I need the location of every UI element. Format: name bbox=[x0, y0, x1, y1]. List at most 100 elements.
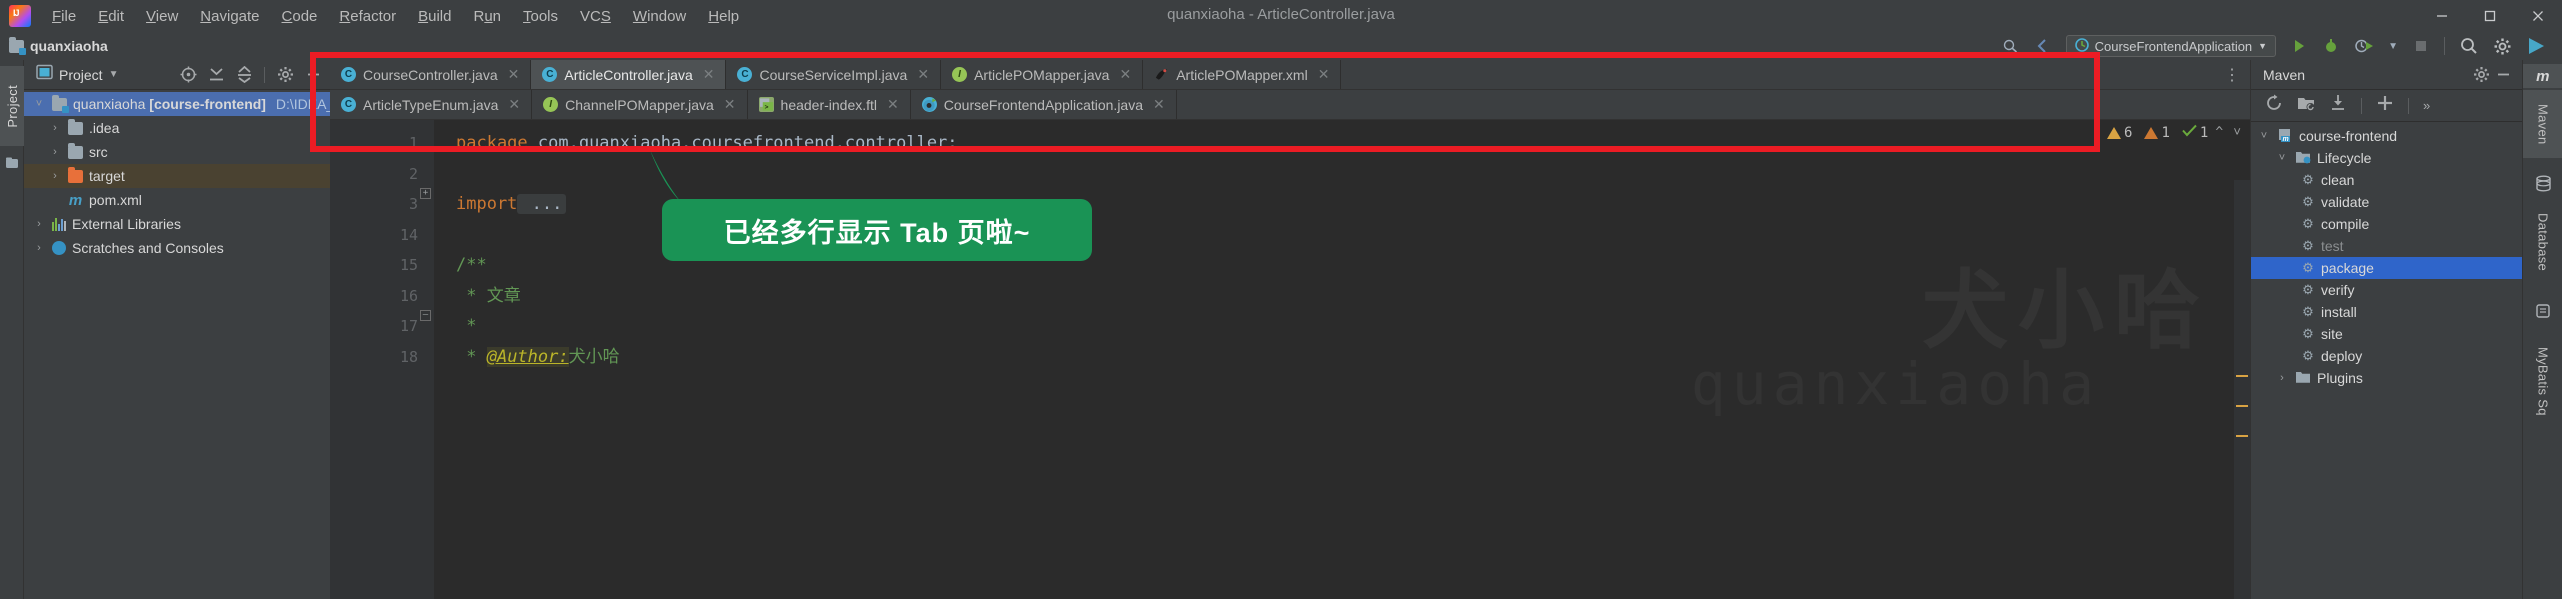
chevron-right-icon[interactable]: › bbox=[48, 170, 62, 182]
menu-code[interactable]: Code bbox=[271, 5, 329, 28]
error-count[interactable]: 1 bbox=[2144, 125, 2170, 141]
run-with-coverage-icon[interactable] bbox=[2354, 37, 2374, 55]
menu-run[interactable]: Run bbox=[462, 5, 512, 28]
close-icon[interactable]: ✕ bbox=[887, 96, 899, 113]
tool-window-tab-m[interactable]: m bbox=[2523, 64, 2562, 88]
maven-goal-validate[interactable]: ⚙ validate bbox=[2251, 191, 2522, 213]
close-icon[interactable]: ✕ bbox=[508, 96, 520, 113]
close-icon[interactable]: ✕ bbox=[1119, 66, 1131, 83]
menu-navigate[interactable]: Navigate bbox=[189, 5, 270, 28]
editor-tab-coursefrontendapplication[interactable]: CourseFrontendApplication.java ✕ bbox=[911, 90, 1177, 119]
tree-node-external-libraries[interactable]: › External Libraries bbox=[24, 212, 330, 236]
fold-comment-icon[interactable]: – bbox=[420, 310, 431, 321]
stripe-mark[interactable] bbox=[2236, 375, 2248, 377]
maven-goal-compile[interactable]: ⚙ compile bbox=[2251, 213, 2522, 235]
maven-node-lifecycle[interactable]: ˅ Lifecycle bbox=[2251, 147, 2522, 169]
tree-node-quanxiaoha[interactable]: ˅ quanxiaoha [course-frontend] D:\IDEA_P… bbox=[24, 92, 461, 116]
tree-node-src[interactable]: › src bbox=[24, 140, 330, 164]
tool-window-tab-project[interactable]: Project bbox=[0, 66, 24, 146]
tool-window-tab-mybatis[interactable]: MyBatis Sq bbox=[2523, 326, 2562, 436]
add-maven-project-icon[interactable] bbox=[2297, 94, 2315, 117]
maven-goal-verify[interactable]: ⚙ verify bbox=[2251, 279, 2522, 301]
run-icon[interactable] bbox=[2290, 37, 2308, 55]
chevron-right-icon[interactable]: › bbox=[48, 146, 62, 158]
menu-file[interactable]: File bbox=[41, 5, 87, 28]
chevron-down-icon[interactable]: ˅ bbox=[32, 98, 46, 110]
previous-problem-icon[interactable]: ^ bbox=[2212, 125, 2226, 140]
close-icon[interactable]: ✕ bbox=[724, 96, 736, 113]
editor-tab-articlecontroller[interactable]: C ArticleController.java ✕ bbox=[531, 60, 727, 89]
gear-icon[interactable] bbox=[2493, 37, 2512, 56]
expand-toolbar-icon[interactable]: » bbox=[2423, 98, 2430, 113]
error-stripe-scrollbar[interactable] bbox=[2234, 180, 2250, 599]
maven-goal-clean[interactable]: ⚙ clean bbox=[2251, 169, 2522, 191]
menu-window[interactable]: Window bbox=[622, 5, 697, 28]
menu-view[interactable]: View bbox=[135, 5, 189, 28]
breadcrumb[interactable]: quanxiaoha bbox=[9, 36, 108, 55]
chevron-right-icon[interactable]: › bbox=[48, 122, 62, 134]
download-sources-icon[interactable] bbox=[2329, 94, 2347, 117]
editor-tab-articletypeenum[interactable]: C ArticleTypeEnum.java ✕ bbox=[330, 90, 533, 119]
gear-icon[interactable] bbox=[274, 64, 296, 86]
ide-decorations-icon[interactable] bbox=[2526, 36, 2548, 56]
reload-projects-icon[interactable] bbox=[2265, 94, 2283, 117]
chevron-down-icon[interactable]: ▼ bbox=[109, 69, 119, 80]
chevron-down-icon[interactable]: ˅ bbox=[2257, 130, 2271, 142]
fold-import-icon[interactable]: + bbox=[420, 188, 431, 199]
menu-refactor[interactable]: Refactor bbox=[328, 5, 407, 28]
tool-window-tab-database[interactable]: Database bbox=[2523, 200, 2562, 284]
menu-help[interactable]: Help bbox=[697, 5, 750, 28]
close-icon[interactable]: ✕ bbox=[1153, 96, 1165, 113]
chevron-down-icon[interactable]: ▼ bbox=[2388, 41, 2398, 52]
close-icon[interactable]: ✕ bbox=[917, 66, 929, 83]
maven-goal-deploy[interactable]: ⚙ deploy bbox=[2251, 345, 2522, 367]
structure-icon[interactable] bbox=[5, 156, 19, 175]
editor-tab-coursecontroller[interactable]: C CourseController.java ✕ bbox=[330, 60, 532, 89]
menu-vcs[interactable]: VCS bbox=[569, 5, 622, 28]
chevron-right-icon[interactable]: › bbox=[2275, 372, 2289, 384]
hide-panel-icon[interactable] bbox=[2492, 64, 2514, 86]
stripe-mark[interactable] bbox=[2236, 405, 2248, 407]
search-everywhere-icon[interactable] bbox=[2002, 37, 2020, 55]
chevron-down-icon[interactable]: ▼ bbox=[2258, 41, 2267, 51]
chevron-right-icon[interactable]: › bbox=[32, 242, 46, 254]
chevron-down-icon[interactable]: ˅ bbox=[2275, 152, 2289, 164]
expand-all-icon[interactable] bbox=[205, 64, 227, 86]
maven-goal-package[interactable]: ⚙ package bbox=[2251, 257, 2522, 279]
warning-count[interactable]: 6 bbox=[2107, 125, 2132, 141]
close-icon[interactable]: ✕ bbox=[1318, 66, 1330, 83]
debug-icon[interactable] bbox=[2322, 37, 2340, 55]
minimize-button[interactable] bbox=[2418, 0, 2466, 32]
ok-count[interactable]: 1 bbox=[2182, 124, 2208, 141]
code-editor[interactable]: 1 2 3 14 15 16 17 18 + – 犬小哈 quanxiaoha … bbox=[330, 120, 2250, 599]
editor-tabs-more-button[interactable]: ⋮ bbox=[2214, 60, 2250, 89]
collapse-all-icon[interactable] bbox=[233, 64, 255, 86]
tool-window-tab-maven[interactable]: Maven bbox=[2523, 90, 2562, 158]
menu-build[interactable]: Build bbox=[407, 5, 462, 28]
close-button[interactable] bbox=[2514, 0, 2562, 32]
next-problem-icon[interactable]: ˅ bbox=[2230, 125, 2244, 140]
close-icon[interactable]: ✕ bbox=[703, 66, 715, 83]
chevron-right-icon[interactable]: › bbox=[32, 218, 46, 230]
tree-node-target[interactable]: › target bbox=[24, 164, 330, 188]
maven-goal-site[interactable]: ⚙ site bbox=[2251, 323, 2522, 345]
tree-node-pom[interactable]: m pom.xml bbox=[24, 188, 330, 212]
hide-panel-icon[interactable] bbox=[302, 64, 324, 86]
inspection-widget[interactable]: 6 1 1 ^ ˅ bbox=[2107, 124, 2244, 141]
maximize-button[interactable] bbox=[2466, 0, 2514, 32]
back-arrow-icon[interactable] bbox=[2034, 37, 2052, 55]
stripe-mark[interactable] bbox=[2236, 435, 2248, 437]
editor-tab-articlepomapper-java[interactable]: I ArticlePOMapper.java ✕ bbox=[941, 60, 1144, 89]
maven-goal-test[interactable]: ⚙ test bbox=[2251, 235, 2522, 257]
scroll-from-source-icon[interactable] bbox=[177, 64, 199, 86]
gear-icon[interactable] bbox=[2470, 64, 2492, 86]
tree-node-idea[interactable]: › .idea bbox=[24, 116, 330, 140]
editor-tab-channelpomapper[interactable]: I ChannelPOMapper.java ✕ bbox=[532, 90, 748, 119]
tree-node-scratches[interactable]: › Scratches and Consoles bbox=[24, 236, 330, 260]
maven-node-course-frontend[interactable]: ˅ m course-frontend bbox=[2251, 125, 2522, 147]
close-icon[interactable]: ✕ bbox=[508, 66, 520, 83]
search-icon[interactable] bbox=[2459, 36, 2479, 56]
editor-tab-articlepomapper-xml[interactable]: ArticlePOMapper.xml ✕ bbox=[1143, 60, 1342, 89]
run-configuration-selector[interactable]: CourseFrontendApplication ▼ bbox=[2065, 35, 2277, 57]
maven-node-plugins[interactable]: › Plugins bbox=[2251, 367, 2522, 389]
